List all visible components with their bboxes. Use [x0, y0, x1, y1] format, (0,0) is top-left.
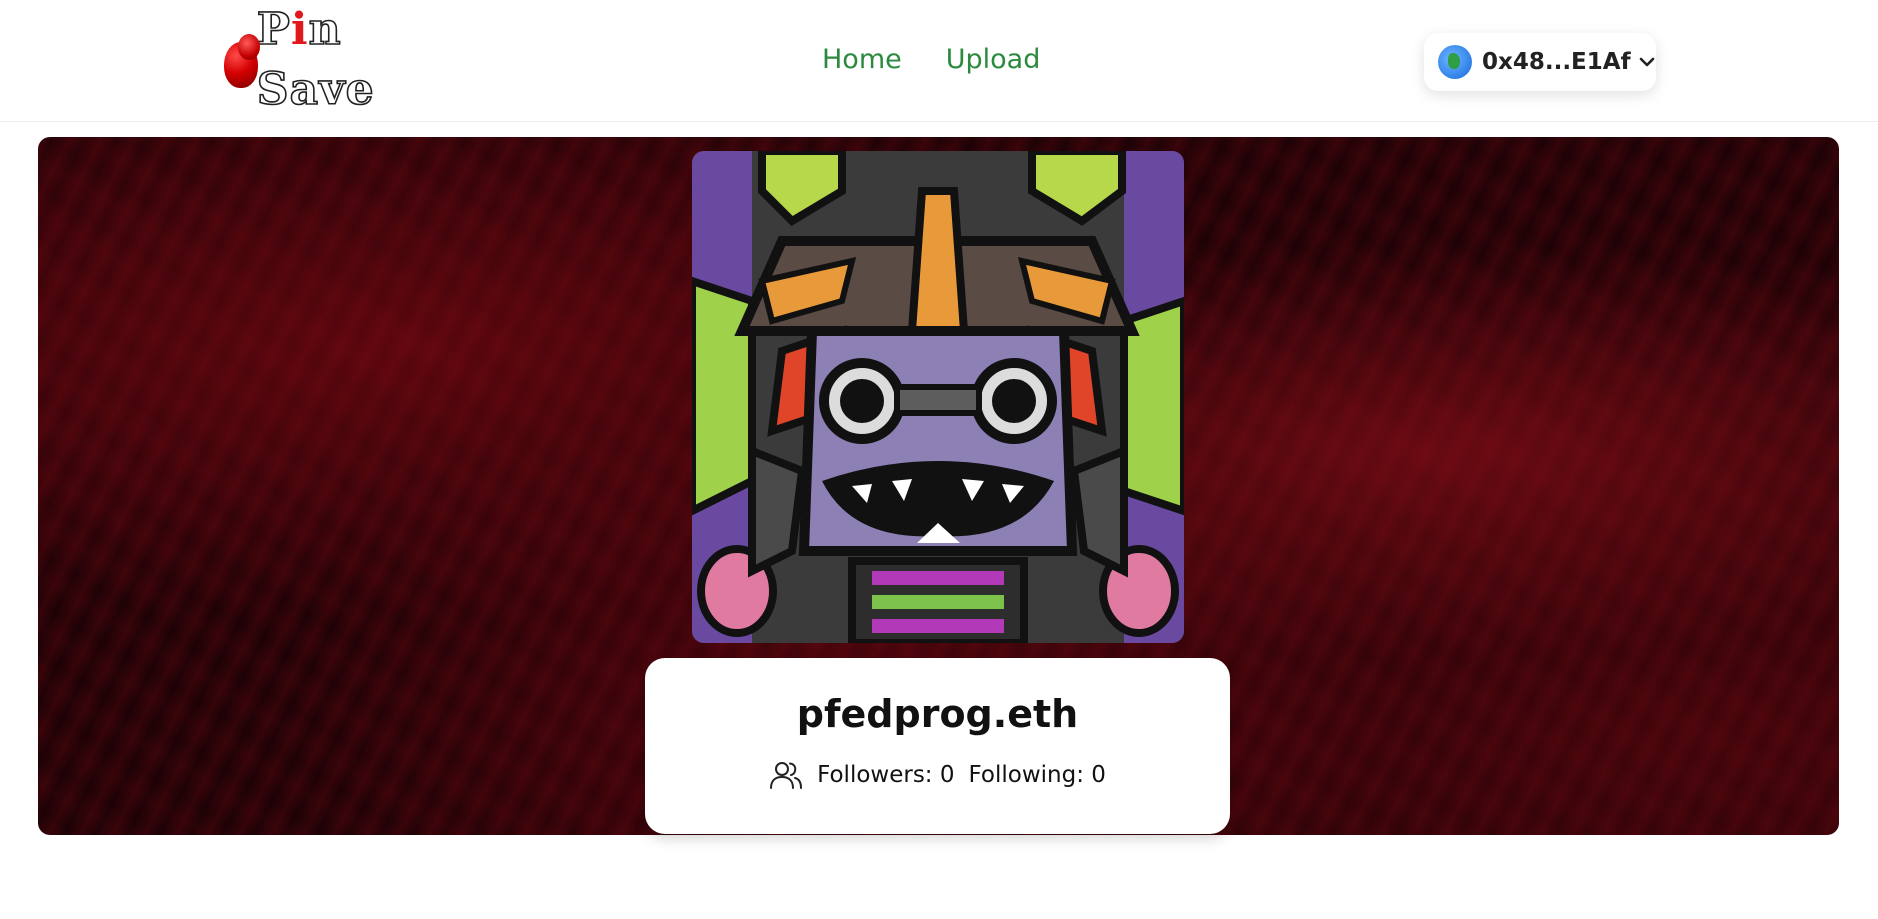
- following-count[interactable]: Following: 0: [969, 762, 1106, 788]
- follow-stats: Followers: 0 Following: 0: [645, 758, 1230, 792]
- followers-count[interactable]: Followers: 0: [817, 762, 954, 788]
- top-navbar: Pin Save Home Upload 0x48...E1Af: [0, 0, 1878, 122]
- profile-avatar-image: [692, 151, 1184, 643]
- profile-name: pfedprog.eth: [796, 692, 1079, 736]
- nav-upload-link[interactable]: Upload: [946, 44, 1041, 75]
- logo-wordmark: Pin Save: [256, 3, 375, 116]
- wallet-address: 0x48...E1Af: [1482, 49, 1631, 75]
- nav-home-link[interactable]: Home: [822, 44, 902, 75]
- chevron-down-icon: [1639, 57, 1654, 67]
- pin-save-logo[interactable]: Pin Save: [220, 3, 430, 116]
- main-nav: Home Upload: [822, 44, 1040, 75]
- globe-icon: [1438, 45, 1472, 79]
- wallet-account-button[interactable]: 0x48...E1Af: [1424, 33, 1656, 91]
- users-icon: [770, 762, 803, 789]
- profile-info-card: pfedprog.eth Followers: 0 Following: 0: [645, 658, 1230, 834]
- pushpin-icon: [220, 32, 260, 88]
